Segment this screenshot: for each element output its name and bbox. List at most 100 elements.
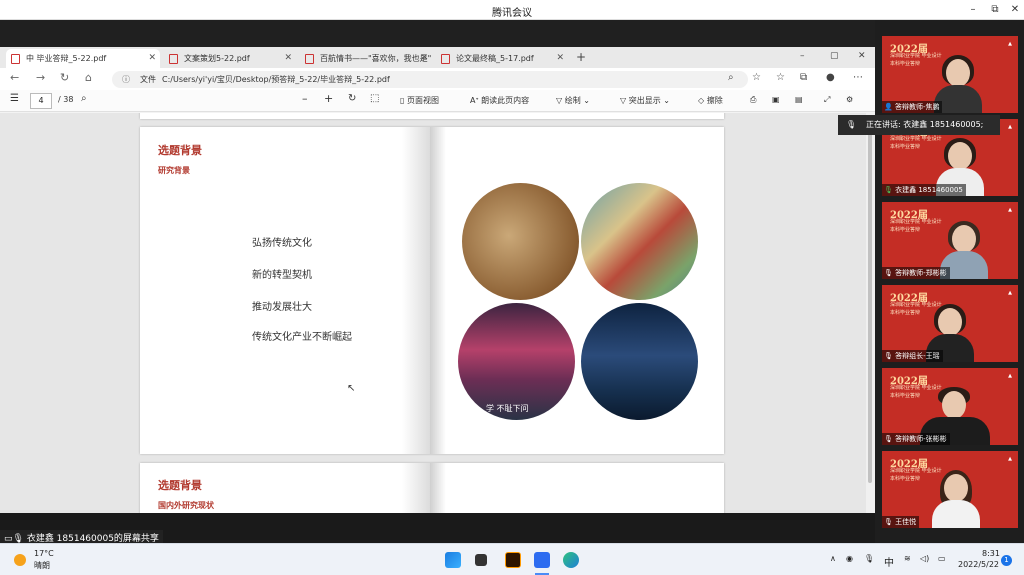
file-label: 文件: [140, 75, 156, 84]
participant-tile[interactable]: 2022届 深圳职业学院 毕业设计 本科毕业答辩 ▲ 🎙 王佳悦: [882, 451, 1018, 528]
screen-share-label: ▭🎙 衣建鑫 1851460005的屏幕共享: [0, 530, 163, 544]
mic-muted-icon: 🎙: [884, 269, 893, 277]
banner-line2: 本科毕业答辩: [890, 227, 921, 233]
tab-label: 论文最终稿_5-17.pdf: [456, 54, 534, 63]
address-bar-row: ← → ↻ ⌂ ⓘ 文件 C:/Users/yi'yi/宝贝/Desktop/预答辩…: [0, 68, 875, 90]
pdf-icon: [441, 54, 450, 64]
close-tab-icon[interactable]: ✕: [148, 49, 156, 68]
read-aloud-label: 朗读此页内容: [481, 96, 530, 105]
home-icon[interactable]: ⌂: [85, 71, 92, 84]
info-icon: ⓘ: [122, 75, 130, 84]
refresh-icon[interactable]: ↻: [60, 71, 69, 84]
erase-button[interactable]: ◇ 擦除: [698, 95, 723, 106]
mic-icon: 🎙: [884, 352, 893, 360]
shared-screen-top-border: [0, 20, 875, 47]
weather-temp[interactable]: 17°C: [34, 549, 54, 558]
notification-badge[interactable]: 1: [1001, 555, 1012, 566]
restore-button[interactable]: ⧉: [984, 2, 1006, 18]
school-logo: ▲: [1008, 456, 1012, 462]
tray-overflow-icon[interactable]: ∧: [830, 554, 836, 563]
page-view-button[interactable]: ▯ 页面视图: [400, 95, 439, 106]
close-tab-icon[interactable]: ✕: [556, 49, 564, 68]
shared-browser-window: 中 毕业答辩_5-22.pdf ✕ 文案策划5-22.pdf ✕ 百航情书——"…: [0, 47, 875, 513]
browser-restore-icon[interactable]: ▢: [830, 51, 839, 61]
fit-page-icon[interactable]: ⬚: [370, 93, 379, 104]
speaker-mic-icon: 🎙: [846, 120, 857, 129]
settings-gear-icon[interactable]: ⚙: [846, 95, 853, 104]
tab-love-letter[interactable]: 百航情书——"喜欢你，我也是"... ✕: [300, 49, 432, 68]
print-icon[interactable]: ⎙: [750, 95, 756, 105]
battery-icon[interactable]: ▭: [938, 554, 946, 563]
address-field[interactable]: ⓘ 文件 C:/Users/yi'yi/宝贝/Desktop/预答辩_5-22/毕业…: [112, 71, 748, 88]
minimize-button[interactable]: –: [962, 2, 984, 18]
section-heading: 选题背景: [158, 479, 202, 492]
zoom-out-icon[interactable]: –: [302, 92, 308, 105]
ime-indicator[interactable]: 中: [884, 554, 894, 569]
profile-icon[interactable]: ●: [826, 72, 835, 83]
page-number-input[interactable]: 4: [30, 93, 52, 109]
pdf-viewer[interactable]: 选题背景 研究背景 弘扬传统文化 新的转型契机 推动发展壮大 传统文化产业不断崛…: [0, 113, 866, 513]
volume-icon[interactable]: ◁): [920, 554, 929, 563]
tab-thesis-final[interactable]: 论文最终稿_5-17.pdf ✕: [436, 49, 568, 68]
mic-icon: 🎙: [884, 186, 893, 194]
browser-close-icon[interactable]: ✕: [858, 51, 866, 61]
participant-tile[interactable]: 2022届 深圳职业学院 毕业设计 本科毕业答辩 ▲ 🎙 答辩组长-王瑶: [882, 285, 1018, 362]
clock-date[interactable]: 2022/5/22: [958, 560, 999, 569]
mic-muted-icon: 🎙: [884, 435, 893, 443]
browser-minimize-icon[interactable]: –: [800, 51, 805, 61]
close-tab-icon[interactable]: ✕: [284, 49, 292, 68]
clock-time[interactable]: 8:31: [982, 549, 1000, 558]
pdf-icon: [11, 54, 20, 64]
weather-desc[interactable]: 晴朗: [34, 560, 50, 571]
tray-mic-icon[interactable]: 🎙: [864, 554, 874, 563]
tray-meeting-icon[interactable]: ◉: [846, 554, 853, 563]
banner-line2: 本科毕业答辩: [890, 476, 921, 482]
participant-tile[interactable]: 2022届 深圳职业学院 毕业设计 本科毕业答辩 ▲ 👤 答辩教师-焦鹏: [882, 36, 1018, 113]
rotate-icon[interactable]: ↻: [348, 93, 356, 104]
school-logo: ▲: [1008, 41, 1012, 47]
draw-button[interactable]: ▽ 绘制 ⌄: [556, 95, 590, 106]
more-icon[interactable]: ⋯: [853, 72, 863, 83]
save-as-icon[interactable]: ▤: [795, 95, 803, 104]
close-button[interactable]: ✕: [1004, 2, 1024, 18]
save-icon[interactable]: ▣: [772, 95, 780, 104]
zoom-in-icon[interactable]: +: [324, 92, 333, 105]
edge-browser-icon[interactable]: [563, 552, 579, 568]
scrollbar-thumb[interactable]: [868, 123, 872, 483]
back-icon[interactable]: ←: [10, 71, 19, 84]
page-total: / 38: [58, 95, 74, 104]
window-title: 腾讯会议: [492, 8, 532, 19]
fullscreen-icon[interactable]: ⤢: [824, 95, 830, 105]
draw-label: 绘制: [564, 96, 581, 105]
participant-tile[interactable]: 2022届 深圳职业学院 毕业设计 本科毕业答辩 ▲ 🎙 答辩教师-张彬彬: [882, 368, 1018, 445]
read-aloud-button[interactable]: Aᐩ 朗读此页内容: [470, 95, 529, 106]
photo-caption: 学 不耻下问: [486, 404, 529, 413]
close-tab-icon[interactable]: ✕: [420, 49, 428, 68]
new-tab-button[interactable]: +: [576, 50, 586, 64]
weather-sun-icon[interactable]: [14, 554, 26, 566]
favorites-icon[interactable]: ☆: [776, 72, 785, 83]
tab-graduation-defense[interactable]: 中 毕业答辩_5-22.pdf ✕: [6, 49, 160, 68]
task-view-icon[interactable]: [475, 554, 487, 566]
tab-copywriting[interactable]: 文案策划5-22.pdf ✕: [164, 49, 296, 68]
tencent-meeting-app-icon[interactable]: [534, 552, 550, 568]
search-icon[interactable]: ⌕: [81, 93, 87, 104]
school-logo: ▲: [1008, 373, 1012, 379]
participant-name: 🎙 答辩组长-王瑶: [882, 350, 943, 362]
read-mode-icon[interactable]: ☆: [752, 72, 761, 83]
section-heading: 选题背景: [158, 144, 202, 157]
start-button-icon[interactable]: [445, 552, 461, 568]
pdf-icon: [169, 54, 178, 64]
zoom-icon[interactable]: ⌕: [728, 72, 734, 83]
highlight-button[interactable]: ▽ 突出显示 ⌄: [620, 95, 670, 106]
blossom-scene-photo: 学 不耻下问: [458, 303, 575, 420]
pdf-scrollbar[interactable]: [866, 113, 875, 513]
collections-icon[interactable]: ⧉: [800, 72, 807, 83]
participant-tile[interactable]: 2022届 深圳职业学院 毕业设计 本科毕业答辩 ▲ 🎙 答辩教师-郑彬彬: [882, 202, 1018, 279]
windows-taskbar: 17°C 晴朗 ∧ ◉ 🎙 中 ≋ ◁) ▭ 8:31 2022/5/22 1: [0, 543, 1024, 575]
forward-icon[interactable]: →: [36, 71, 45, 84]
illustrator-app-icon[interactable]: [505, 552, 521, 568]
wifi-icon[interactable]: ≋: [904, 554, 911, 563]
contents-icon[interactable]: ☰: [10, 93, 19, 104]
pdf-icon: [305, 54, 314, 64]
